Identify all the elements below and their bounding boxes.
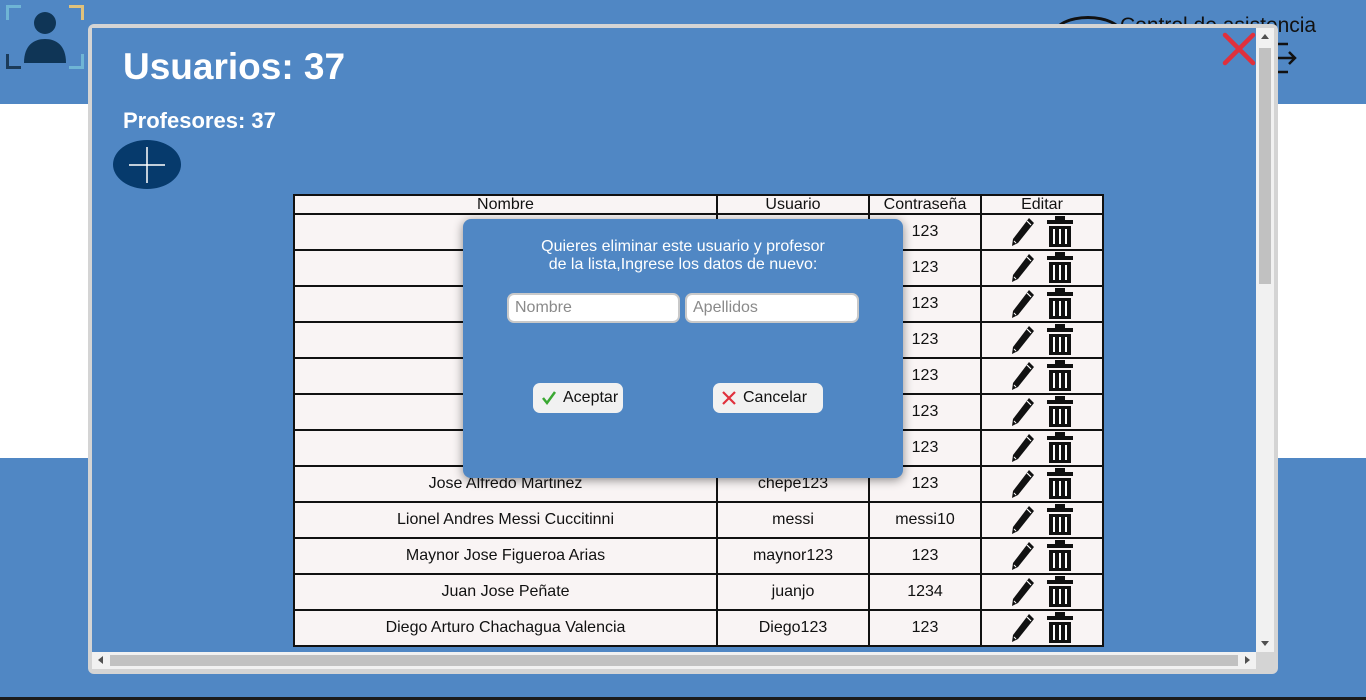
table-row: Diego Arturo Chachagua Valencia Diego123 1… [293,609,1104,649]
column-header-editar: Editar [980,194,1104,215]
apellidos-input[interactable] [685,293,859,323]
pencil-icon[interactable] [1010,216,1036,253]
cell-editar [980,537,1104,577]
cell-editar [980,285,1104,325]
plus-icon [129,147,165,183]
cell-nombre: Juan Jose Peñate [293,573,718,611]
pencil-icon[interactable] [1010,324,1036,361]
accept-button[interactable]: Aceptar [533,383,623,413]
pencil-icon[interactable] [1010,432,1036,469]
accept-button-label: Aceptar [563,389,619,406]
table-row: Maynor Jose Figueroa Arias maynor123 123 [293,537,1104,577]
pencil-icon[interactable] [1010,576,1036,613]
vertical-scroll-thumb[interactable] [1259,48,1271,284]
cell-editar [980,249,1104,289]
close-icon[interactable] [1222,32,1256,66]
vertical-scrollbar[interactable] [1256,28,1274,652]
trash-icon[interactable] [1046,216,1074,253]
check-icon [542,391,557,406]
nombre-input[interactable] [507,293,680,323]
cell-editar [980,429,1104,469]
table-row: Juan Jose Peñate juanjo 1234 [293,573,1104,613]
trash-icon[interactable] [1046,504,1074,541]
user-avatar-icon [24,12,66,63]
add-user-button[interactable] [113,140,181,189]
cell-contrasena: messi10 [868,501,982,539]
trash-icon[interactable] [1046,324,1074,361]
cell-contrasena: 1234 [868,573,982,611]
pencil-icon[interactable] [1010,540,1036,577]
cancel-button[interactable]: Cancelar [713,383,823,413]
cell-editar [980,357,1104,397]
scroll-up-arrow-icon[interactable] [1261,34,1269,39]
cell-usuario: juanjo [716,573,870,611]
cell-editar [980,465,1104,505]
pencil-icon[interactable] [1010,252,1036,289]
column-header-contrasena: Contraseña [868,194,982,215]
cell-usuario: Diego123 [716,609,870,647]
dialog-message-line2: de la lista,Ingrese los datos de nuevo: [548,256,818,273]
cell-editar [980,321,1104,361]
delete-confirm-dialog: Quieres eliminar este usuario y profesor… [463,219,903,478]
cancel-button-label: Cancelar [743,389,808,406]
cell-contrasena: 123 [868,537,982,575]
table-row: Lionel Andres Messi Cuccitinni messi messi… [293,501,1104,541]
trash-icon[interactable] [1046,612,1074,649]
trash-icon[interactable] [1046,360,1074,397]
dialog-message: Quieres eliminar este usuario y profesor… [463,238,903,274]
pencil-icon[interactable] [1010,612,1036,649]
cell-nombre: Diego Arturo Chachagua Valencia [293,609,718,647]
dialog-message-line1: Quieres eliminar este usuario y profesor [541,238,825,255]
user-avatar[interactable] [6,5,84,69]
trash-icon[interactable] [1046,576,1074,613]
cell-editar [980,573,1104,613]
table-header-row: Nombre Usuario Contraseña Editar [293,194,1104,215]
column-header-nombre: Nombre [293,194,718,215]
trash-icon[interactable] [1046,432,1074,469]
cell-contrasena: 123 [868,609,982,647]
trash-icon[interactable] [1046,288,1074,325]
scroll-down-arrow-icon[interactable] [1261,641,1269,646]
trash-icon[interactable] [1046,252,1074,289]
cell-nombre: Lionel Andres Messi Cuccitinni [293,501,718,539]
pencil-icon[interactable] [1010,504,1036,541]
cell-editar [980,213,1104,253]
scroll-right-arrow-icon[interactable] [1245,656,1250,664]
users-count-heading: Usuarios: 37 [123,46,346,87]
cell-usuario: maynor123 [716,537,870,575]
column-header-usuario: Usuario [716,194,870,215]
pencil-icon[interactable] [1010,360,1036,397]
cell-editar [980,393,1104,433]
pencil-icon[interactable] [1010,396,1036,433]
trash-icon[interactable] [1046,468,1074,505]
cell-usuario: messi [716,501,870,539]
scroll-left-arrow-icon[interactable] [98,656,103,664]
cell-editar [980,501,1104,541]
trash-icon[interactable] [1046,396,1074,433]
x-icon [722,391,736,405]
pencil-icon[interactable] [1010,288,1036,325]
horizontal-scroll-thumb[interactable] [110,655,1238,666]
pencil-icon[interactable] [1010,468,1036,505]
cell-nombre: Maynor Jose Figueroa Arias [293,537,718,575]
trash-icon[interactable] [1046,540,1074,577]
cell-editar [980,609,1104,649]
horizontal-scrollbar[interactable] [92,652,1256,669]
professors-count-heading: Profesores: 37 [123,108,276,133]
